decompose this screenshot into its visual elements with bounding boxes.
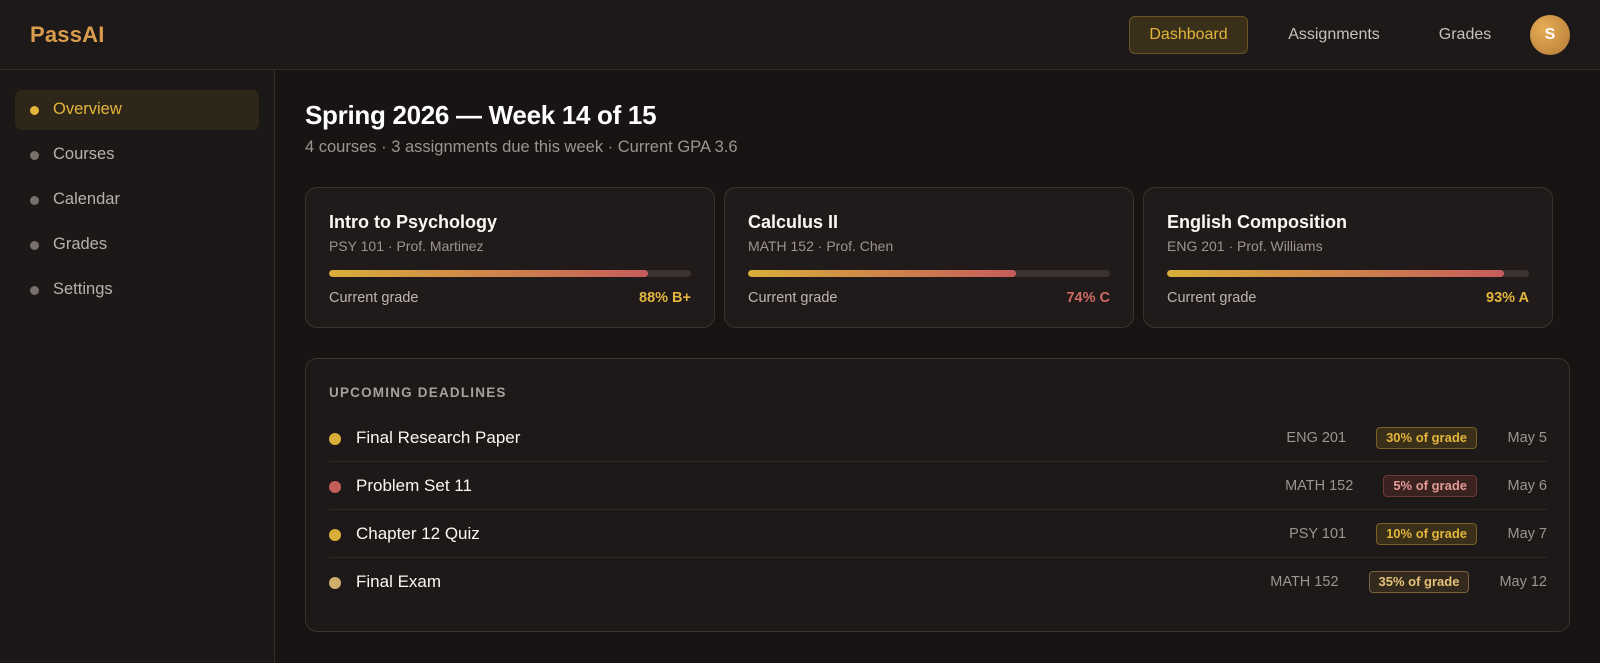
course-card[interactable]: Intro to Psychology PSY 101 · Prof. Mart… [305, 187, 715, 328]
deadline-date: May 7 [1507, 526, 1548, 542]
grade-value: 93% A [1486, 290, 1529, 306]
sidebar-item-label: Courses [53, 145, 115, 163]
sidebar-item-calendar[interactable]: Calendar [15, 180, 259, 220]
grade-weight-badge: 10% of grade [1376, 523, 1477, 545]
grade-label: Current grade [1167, 290, 1257, 306]
status-dot-icon [329, 433, 341, 445]
grade-progress-fill [329, 270, 648, 277]
grade-progress-fill [748, 270, 1016, 277]
grade-value: 74% C [1066, 290, 1110, 306]
user-avatar[interactable]: S [1530, 15, 1570, 55]
sidebar-item-label: Calendar [53, 190, 120, 208]
nav-assignments[interactable]: Assignments [1270, 16, 1398, 54]
grade-progress-fill [1167, 270, 1504, 277]
grade-progress-bar [1167, 270, 1529, 277]
sidebar-dot-icon [30, 196, 39, 205]
sidebar-item-settings[interactable]: Settings [15, 270, 259, 310]
deadline-row[interactable]: Problem Set 11 MATH 152 5% of grade May … [329, 462, 1547, 510]
sidebar-item-courses[interactable]: Courses [15, 135, 259, 175]
status-dot-icon [329, 481, 341, 493]
grade-progress-bar [329, 270, 691, 277]
sidebar-item-label: Settings [53, 280, 113, 298]
sidebar: Overview Courses Calendar Grades Setting… [0, 70, 275, 663]
deadline-name: Final Research Paper [356, 428, 521, 447]
sidebar-item-label: Overview [53, 100, 122, 118]
grade-value: 88% B+ [639, 290, 691, 306]
sidebar-item-label: Grades [53, 235, 108, 253]
deadline-row[interactable]: Final Research Paper ENG 201 30% of grad… [329, 414, 1547, 462]
deadlines-heading: UPCOMING DEADLINES [329, 385, 507, 400]
course-subtitle: PSY 101 · Prof. Martinez [329, 238, 484, 254]
grade-label: Current grade [748, 290, 838, 306]
grade-weight-badge: 35% of grade [1368, 571, 1470, 593]
deadline-date: May 12 [1499, 574, 1547, 590]
course-subtitle: ENG 201 · Prof. Williams [1167, 238, 1323, 254]
upcoming-deadlines-panel: UPCOMING DEADLINES Final Research Paper … [305, 358, 1570, 632]
grade-label: Current grade [329, 290, 419, 306]
deadline-course: PSY 101 [1289, 526, 1347, 542]
status-dot-icon [329, 577, 341, 589]
sidebar-item-grades[interactable]: Grades [15, 225, 259, 265]
deadline-name: Problem Set 11 [356, 476, 472, 495]
sidebar-dot-icon [30, 151, 39, 160]
page-title: Spring 2026 — Week 14 of 15 [305, 100, 657, 130]
grade-progress-bar [748, 270, 1110, 277]
deadline-course: ENG 201 [1286, 430, 1347, 446]
deadline-date: May 5 [1507, 430, 1548, 446]
deadline-name: Final Exam [356, 572, 442, 591]
grade-weight-badge: 5% of grade [1383, 475, 1477, 497]
course-subtitle: MATH 152 · Prof. Chen [748, 238, 894, 254]
deadline-course: MATH 152 [1270, 574, 1339, 590]
sidebar-item-overview[interactable]: Overview [15, 90, 259, 130]
course-title: Calculus II [748, 212, 839, 232]
deadline-course: MATH 152 [1285, 478, 1354, 494]
brand-logo[interactable]: PassAI [30, 22, 105, 48]
sidebar-dot-icon [30, 241, 39, 250]
sidebar-dot-icon [30, 286, 39, 295]
course-title: English Composition [1167, 212, 1347, 232]
deadline-name: Chapter 12 Quiz [356, 524, 480, 543]
deadline-row[interactable]: Final Exam MATH 152 35% of grade May 12 [329, 558, 1547, 606]
top-bar: PassAI Dashboard Assignments Grades S [0, 0, 1600, 70]
grade-weight-badge: 30% of grade [1376, 427, 1477, 449]
nav-grades[interactable]: Grades [1420, 16, 1510, 54]
deadline-date: May 6 [1507, 478, 1548, 494]
course-card[interactable]: Calculus II MATH 152 · Prof. Chen Curren… [724, 187, 1134, 328]
status-dot-icon [329, 529, 341, 541]
course-title: Intro to Psychology [329, 212, 498, 232]
deadline-row[interactable]: Chapter 12 Quiz PSY 101 10% of grade May… [329, 510, 1547, 558]
nav-dashboard[interactable]: Dashboard [1129, 16, 1248, 54]
course-card[interactable]: English Composition ENG 201 · Prof. Will… [1143, 187, 1553, 328]
page-subtitle: 4 courses · 3 assignments due this week … [305, 138, 738, 156]
sidebar-dot-icon [30, 106, 39, 115]
